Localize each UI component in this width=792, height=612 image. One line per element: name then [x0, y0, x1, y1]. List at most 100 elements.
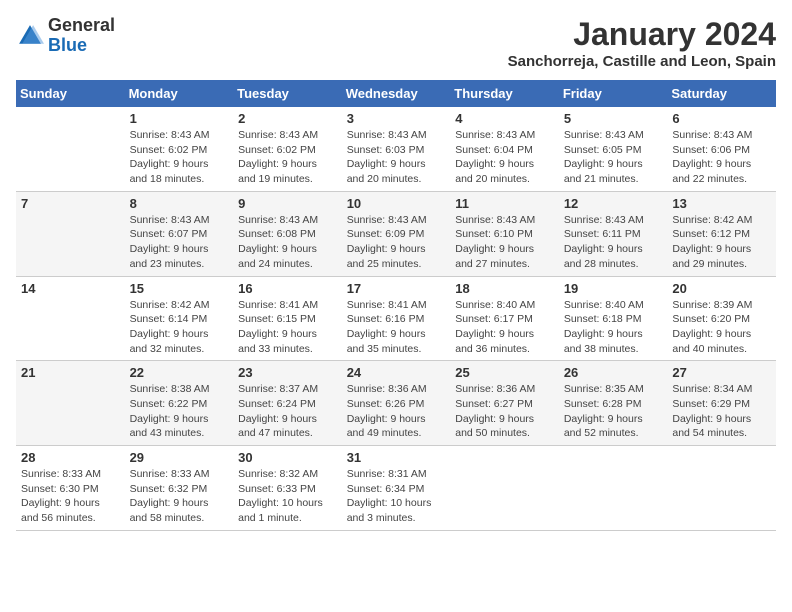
day-number: 25	[455, 365, 554, 380]
calendar-cell	[450, 446, 559, 531]
weekday-header-saturday: Saturday	[667, 80, 776, 107]
calendar-cell: 9 Sunrise: 8:43 AM Sunset: 6:08 PM Daylig…	[233, 191, 342, 276]
calendar-week-4: 21 22Sunrise: 8:38 AM Sunset: 6:22 PM Day…	[16, 361, 776, 446]
day-number: 2	[238, 111, 337, 126]
calendar-cell: 1 Sunrise: 8:43 AM Sunset: 6:02 PM Daylig…	[125, 107, 234, 191]
calendar-week-3: 14 15 Sunrise: 8:42 AM Sunset: 6:14 PM Day…	[16, 276, 776, 361]
day-detail: Sunrise: 8:43 AM Sunset: 6:09 PM Dayligh…	[347, 213, 446, 272]
day-number: 27	[672, 365, 771, 380]
day-detail: Sunrise: 8:32 AM Sunset: 6:33 PM Dayligh…	[238, 467, 337, 526]
calendar-cell: 18 Sunrise: 8:40 AM Sunset: 6:17 PM Dayli…	[450, 276, 559, 361]
day-number: 6	[672, 111, 771, 126]
weekday-header-thursday: Thursday	[450, 80, 559, 107]
day-detail: Sunrise: 8:42 AM Sunset: 6:12 PM Dayligh…	[672, 213, 771, 272]
weekday-header-row: SundayMondayTuesdayWednesdayThursdayFrid…	[16, 80, 776, 107]
calendar-cell: 8 Sunrise: 8:43 AM Sunset: 6:07 PM Daylig…	[125, 191, 234, 276]
day-number: 8	[130, 196, 229, 211]
day-detail: Sunrise: 8:43 AM Sunset: 6:10 PM Dayligh…	[455, 213, 554, 272]
calendar-cell: 11 Sunrise: 8:43 AM Sunset: 6:10 PM Dayli…	[450, 191, 559, 276]
day-detail: Sunrise: 8:41 AM Sunset: 6:15 PM Dayligh…	[238, 298, 337, 357]
calendar-cell: 22Sunrise: 8:38 AM Sunset: 6:22 PM Dayli…	[125, 361, 234, 446]
day-number: 24	[347, 365, 446, 380]
day-detail: Sunrise: 8:40 AM Sunset: 6:17 PM Dayligh…	[455, 298, 554, 357]
title-area: January 2024 Sanchorreja, Castille and L…	[508, 16, 776, 70]
day-detail: Sunrise: 8:39 AM Sunset: 6:20 PM Dayligh…	[672, 298, 771, 357]
calendar-cell: 29 Sunrise: 8:33 AM Sunset: 6:32 PM Dayli…	[125, 446, 234, 531]
day-number: 9	[238, 196, 337, 211]
day-detail: Sunrise: 8:40 AM Sunset: 6:18 PM Dayligh…	[564, 298, 663, 357]
calendar-cell: 5 Sunrise: 8:43 AM Sunset: 6:05 PM Daylig…	[559, 107, 668, 191]
day-number: 5	[564, 111, 663, 126]
day-detail: Sunrise: 8:43 AM Sunset: 6:08 PM Dayligh…	[238, 213, 337, 272]
calendar-cell: 6 Sunrise: 8:43 AM Sunset: 6:06 PM Daylig…	[667, 107, 776, 191]
calendar-cell: 15 Sunrise: 8:42 AM Sunset: 6:14 PM Dayli…	[125, 276, 234, 361]
calendar-cell: 27 Sunrise: 8:34 AM Sunset: 6:29 PM Dayli…	[667, 361, 776, 446]
calendar-cell	[667, 446, 776, 531]
calendar-cell: 26Sunrise: 8:35 AM Sunset: 6:28 PM Dayli…	[559, 361, 668, 446]
calendar-cell: 14	[16, 276, 125, 361]
day-detail: Sunrise: 8:34 AM Sunset: 6:29 PM Dayligh…	[672, 382, 771, 441]
calendar-cell: 17 Sunrise: 8:41 AM Sunset: 6:16 PM Dayli…	[342, 276, 451, 361]
logo-blue-text: Blue	[48, 35, 87, 55]
calendar-cell: 21	[16, 361, 125, 446]
calendar-cell: 30 Sunrise: 8:32 AM Sunset: 6:33 PM Dayli…	[233, 446, 342, 531]
day-detail: Sunrise: 8:38 AM Sunset: 6:22 PM Dayligh…	[130, 382, 229, 441]
day-detail: Sunrise: 8:37 AM Sunset: 6:24 PM Dayligh…	[238, 382, 337, 441]
day-number: 3	[347, 111, 446, 126]
calendar-cell	[559, 446, 668, 531]
day-number: 20	[672, 281, 771, 296]
day-number: 21	[21, 365, 120, 380]
calendar-cell: 31 Sunrise: 8:31 AM Sunset: 6:34 PM Dayli…	[342, 446, 451, 531]
calendar-week-1: 1 Sunrise: 8:43 AM Sunset: 6:02 PM Daylig…	[16, 107, 776, 191]
day-number: 29	[130, 450, 229, 465]
day-number: 26	[564, 365, 663, 380]
calendar-cell: 23Sunrise: 8:37 AM Sunset: 6:24 PM Dayli…	[233, 361, 342, 446]
day-number: 1	[130, 111, 229, 126]
calendar-cell: 10 Sunrise: 8:43 AM Sunset: 6:09 PM Dayli…	[342, 191, 451, 276]
weekday-header-friday: Friday	[559, 80, 668, 107]
day-number: 11	[455, 196, 554, 211]
day-number: 12	[564, 196, 663, 211]
calendar-cell: 25 Sunrise: 8:36 AM Sunset: 6:27 PM Dayli…	[450, 361, 559, 446]
month-title: January 2024	[508, 16, 776, 53]
calendar-cell: 4 Sunrise: 8:43 AM Sunset: 6:04 PM Daylig…	[450, 107, 559, 191]
day-number: 10	[347, 196, 446, 211]
day-detail: Sunrise: 8:33 AM Sunset: 6:30 PM Dayligh…	[21, 467, 120, 526]
day-detail: Sunrise: 8:43 AM Sunset: 6:04 PM Dayligh…	[455, 128, 554, 187]
day-number: 13	[672, 196, 771, 211]
logo: General Blue	[16, 16, 115, 56]
day-detail: Sunrise: 8:43 AM Sunset: 6:05 PM Dayligh…	[564, 128, 663, 187]
day-detail: Sunrise: 8:43 AM Sunset: 6:07 PM Dayligh…	[130, 213, 229, 272]
day-number: 4	[455, 111, 554, 126]
day-number: 30	[238, 450, 337, 465]
day-number: 28	[21, 450, 120, 465]
day-detail: Sunrise: 8:43 AM Sunset: 6:02 PM Dayligh…	[238, 128, 337, 187]
day-detail: Sunrise: 8:43 AM Sunset: 6:06 PM Dayligh…	[672, 128, 771, 187]
calendar-cell: 24 Sunrise: 8:36 AM Sunset: 6:26 PM Dayli…	[342, 361, 451, 446]
day-number: 18	[455, 281, 554, 296]
day-number: 14	[21, 281, 120, 296]
logo-general-text: General	[48, 15, 115, 35]
day-detail: Sunrise: 8:36 AM Sunset: 6:26 PM Dayligh…	[347, 382, 446, 441]
header: General Blue January 2024 Sanchorreja, C…	[16, 16, 776, 70]
calendar-cell	[16, 107, 125, 191]
location-title: Sanchorreja, Castille and Leon, Spain	[508, 53, 776, 70]
weekday-header-tuesday: Tuesday	[233, 80, 342, 107]
calendar-cell: 19Sunrise: 8:40 AM Sunset: 6:18 PM Dayli…	[559, 276, 668, 361]
day-detail: Sunrise: 8:31 AM Sunset: 6:34 PM Dayligh…	[347, 467, 446, 526]
logo-icon	[16, 22, 44, 50]
day-detail: Sunrise: 8:36 AM Sunset: 6:27 PM Dayligh…	[455, 382, 554, 441]
calendar-cell: 3Sunrise: 8:43 AM Sunset: 6:03 PM Daylig…	[342, 107, 451, 191]
calendar-cell: 20 Sunrise: 8:39 AM Sunset: 6:20 PM Dayli…	[667, 276, 776, 361]
weekday-header-sunday: Sunday	[16, 80, 125, 107]
calendar-week-2: 78Sunrise: 8:43 AM Sunset: 6:07 PM Dayli…	[16, 191, 776, 276]
day-detail: Sunrise: 8:33 AM Sunset: 6:32 PM Dayligh…	[130, 467, 229, 526]
day-detail: Sunrise: 8:42 AM Sunset: 6:14 PM Dayligh…	[130, 298, 229, 357]
day-detail: Sunrise: 8:43 AM Sunset: 6:11 PM Dayligh…	[564, 213, 663, 272]
day-detail: Sunrise: 8:41 AM Sunset: 6:16 PM Dayligh…	[347, 298, 446, 357]
day-detail: Sunrise: 8:43 AM Sunset: 6:02 PM Dayligh…	[130, 128, 229, 187]
calendar-week-5: 28 Sunrise: 8:33 AM Sunset: 6:30 PM Dayli…	[16, 446, 776, 531]
day-number: 15	[130, 281, 229, 296]
day-number: 17	[347, 281, 446, 296]
day-number: 31	[347, 450, 446, 465]
